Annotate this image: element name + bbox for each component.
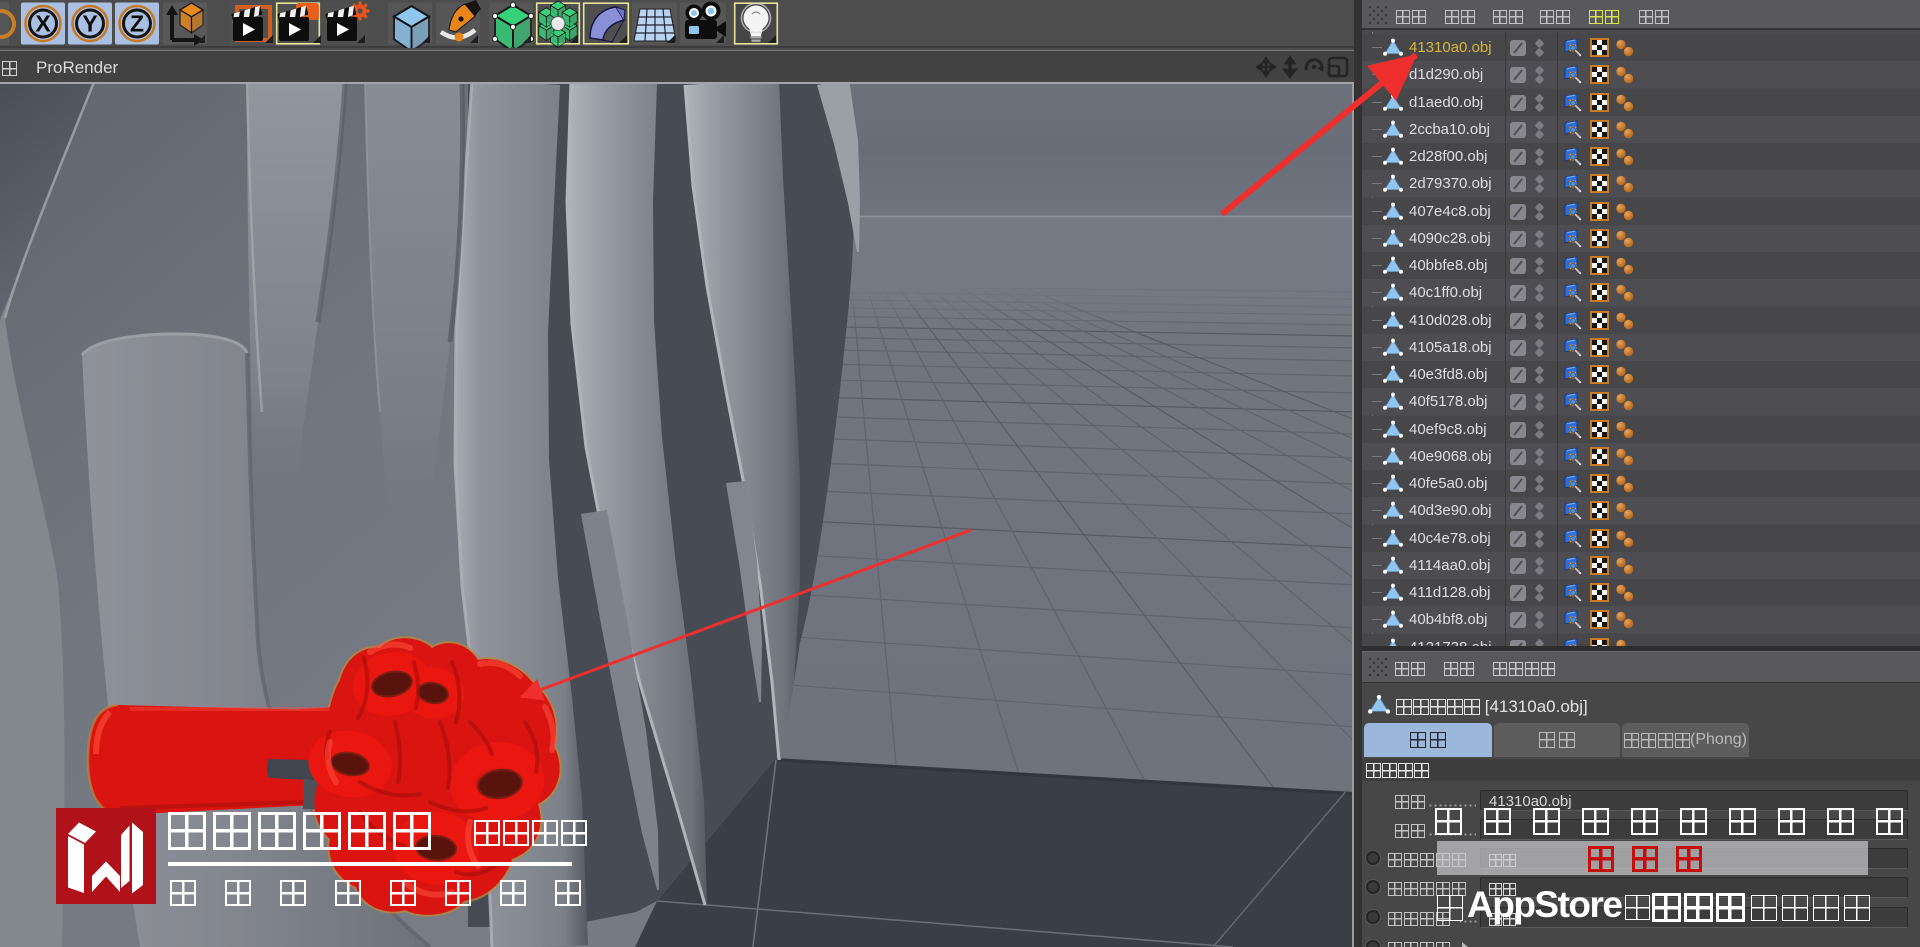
svg-text:X: X — [35, 11, 51, 37]
svg-text:Y: Y — [82, 11, 97, 37]
svg-text:Z: Z — [130, 11, 144, 37]
